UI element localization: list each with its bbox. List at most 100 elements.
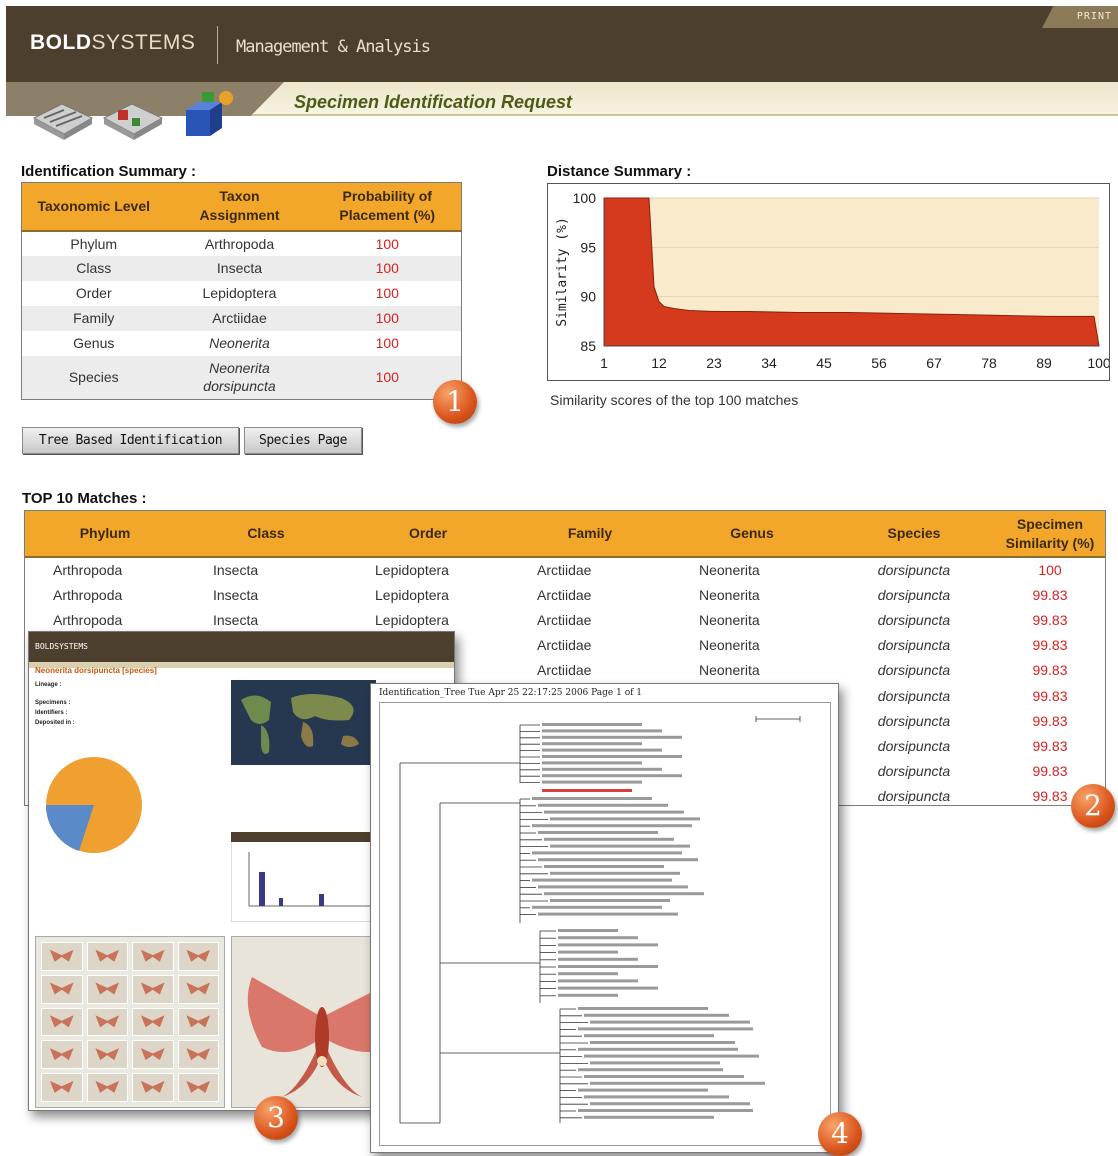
phylogenetic-tree bbox=[399, 716, 801, 1124]
specimen-thumbnail[interactable] bbox=[177, 974, 219, 1004]
match-family: Arctiidae bbox=[537, 611, 592, 628]
species-page-brand: BOLDSYSTEMS bbox=[35, 642, 88, 651]
specimen-thumbnail[interactable] bbox=[86, 1007, 128, 1037]
match-genus: Neonerita bbox=[699, 586, 760, 603]
specimen-thumbnail[interactable] bbox=[86, 974, 128, 1004]
specimen-thumbnail[interactable] bbox=[41, 942, 83, 971]
specimen-thumbnail[interactable] bbox=[177, 942, 219, 971]
y-tick-label: 100 bbox=[573, 190, 597, 206]
top-banner: BOLDSYSTEMS Management & Analysis PRINT bbox=[6, 6, 1118, 82]
tree-leaf-label bbox=[542, 748, 662, 752]
table-row: Phylum Arthropoda 100 bbox=[22, 231, 462, 256]
x-tick-label: 45 bbox=[816, 355, 832, 371]
table-row: Arthropoda Insecta Lepidoptera Arctiidae Neo… bbox=[25, 607, 1105, 632]
match-similarity: 99.83 bbox=[1032, 687, 1068, 704]
match-species: dorsipuncta bbox=[877, 586, 951, 603]
species-page-button[interactable]: Species Page bbox=[244, 427, 362, 454]
specimen-thumbnail[interactable] bbox=[132, 1040, 174, 1070]
x-tick-label: 34 bbox=[761, 355, 777, 371]
specimen-thumbnail[interactable] bbox=[177, 1007, 219, 1037]
specimen-thumbnail[interactable] bbox=[132, 942, 174, 971]
taxon-assignment: Arctiidae bbox=[165, 305, 314, 331]
identification-tree-screenshot: Identification_Tree Tue Apr 25 22:17:25 … bbox=[370, 683, 839, 1153]
tree-leaf-label bbox=[558, 943, 658, 947]
tree-leaf-label bbox=[558, 986, 658, 990]
tree-leaf-label bbox=[558, 993, 618, 997]
maze-cube-icon bbox=[32, 103, 94, 140]
specimen-age-histogram bbox=[231, 832, 376, 922]
tree-leaf-label bbox=[544, 865, 664, 868]
tree-leaf-label bbox=[558, 979, 638, 983]
column-header: Probability of Placement (%) bbox=[313, 182, 462, 232]
species-page-label: Lineage : bbox=[35, 682, 62, 688]
brand-logo[interactable]: BOLDSYSTEMS bbox=[30, 31, 195, 55]
match-genus: Neonerita bbox=[699, 562, 760, 579]
placement-probability: 100 bbox=[375, 335, 399, 351]
match-phylum: Arthropoda bbox=[53, 562, 123, 579]
tree-leaf-label bbox=[584, 1034, 714, 1038]
specimen-thumbnail[interactable] bbox=[177, 1073, 219, 1102]
tree-leaf-label bbox=[558, 957, 638, 961]
tree-leaf-label bbox=[542, 780, 642, 784]
match-species: dorsipuncta bbox=[877, 737, 951, 754]
specimen-thumbnail[interactable] bbox=[132, 974, 174, 1004]
x-tick-label: 78 bbox=[981, 355, 997, 371]
species-page-title: Neonerita dorsipuncta [species] bbox=[35, 666, 157, 675]
tree-leaf-label bbox=[550, 899, 670, 902]
match-class: Insecta bbox=[213, 611, 259, 628]
match-family: Arctiidae bbox=[537, 586, 592, 603]
tree-leaf-label bbox=[542, 742, 642, 746]
tree-leaf-label bbox=[538, 885, 688, 889]
tree-leaf-label bbox=[578, 1088, 708, 1092]
match-similarity: 99.83 bbox=[1032, 712, 1068, 729]
column-header: Taxon Assignment bbox=[165, 182, 314, 232]
y-tick-label: 85 bbox=[580, 338, 596, 354]
specimen-thumbnail[interactable] bbox=[132, 1007, 174, 1037]
match-order: Lepidoptera bbox=[375, 586, 449, 603]
tree-leaf-label bbox=[542, 729, 662, 733]
specimen-thumbnail[interactable] bbox=[41, 1073, 83, 1102]
match-similarity: 100 bbox=[1038, 562, 1062, 579]
taxonomic-level: Order bbox=[75, 285, 112, 301]
match-species: dorsipuncta bbox=[877, 562, 951, 579]
specimen-thumbnail[interactable] bbox=[132, 1073, 174, 1102]
print-button[interactable]: PRINT bbox=[1042, 6, 1118, 28]
tree-leaf-label bbox=[542, 723, 642, 726]
specimen-thumbnail[interactable] bbox=[177, 1040, 219, 1070]
tree-leaf-label bbox=[584, 1013, 729, 1017]
specimen-thumbnail[interactable] bbox=[86, 1073, 128, 1102]
species-page-header: BOLDSYSTEMS bbox=[29, 632, 454, 662]
table-row: Class Insecta 100 bbox=[21, 255, 462, 281]
y-tick-label: 90 bbox=[580, 289, 596, 305]
species-page-label: Deposited in : bbox=[35, 720, 75, 726]
tree-leaf-label bbox=[532, 851, 682, 855]
tree-leaf-label bbox=[578, 1007, 708, 1010]
tree-leaf-label bbox=[590, 1081, 765, 1085]
tree-leaf-label bbox=[544, 837, 674, 841]
specimen-thumbnail[interactable] bbox=[41, 1007, 83, 1037]
tree-leaf-label bbox=[550, 817, 700, 821]
tree-leaf-label bbox=[578, 1027, 753, 1031]
tree-leaf-label bbox=[542, 735, 682, 739]
specimen-thumbnail[interactable] bbox=[86, 942, 128, 971]
column-header: Order bbox=[347, 511, 509, 558]
table-row: Genus Neonerita 100 bbox=[22, 331, 462, 356]
match-family: Arctiidae bbox=[537, 637, 592, 654]
match-similarity: 99.83 bbox=[1032, 763, 1068, 780]
taxonomic-level: Species bbox=[21, 355, 166, 400]
tree-leaf-label bbox=[550, 871, 680, 875]
specimen-thumbnail[interactable] bbox=[41, 974, 83, 1004]
chart-caption: Similarity scores of the top 100 matches bbox=[550, 392, 799, 408]
match-class: Insecta bbox=[213, 586, 259, 603]
specimen-thumbnail[interactable] bbox=[41, 1040, 83, 1070]
match-species: dorsipuncta bbox=[877, 687, 951, 704]
specimen-pie-chart bbox=[45, 757, 142, 853]
blocks-icon bbox=[186, 91, 233, 136]
tree-leaf-label bbox=[590, 1041, 735, 1044]
identification-summary-table: Taxonomic Level Taxon Assignment Probabi… bbox=[21, 182, 462, 400]
tree-leaf-label bbox=[558, 972, 618, 976]
match-similarity: 99.83 bbox=[1032, 586, 1068, 603]
tree-leaf-label bbox=[558, 929, 618, 932]
tree-based-identification-button[interactable]: Tree Based Identification bbox=[22, 427, 239, 454]
specimen-thumbnail[interactable] bbox=[86, 1040, 128, 1070]
